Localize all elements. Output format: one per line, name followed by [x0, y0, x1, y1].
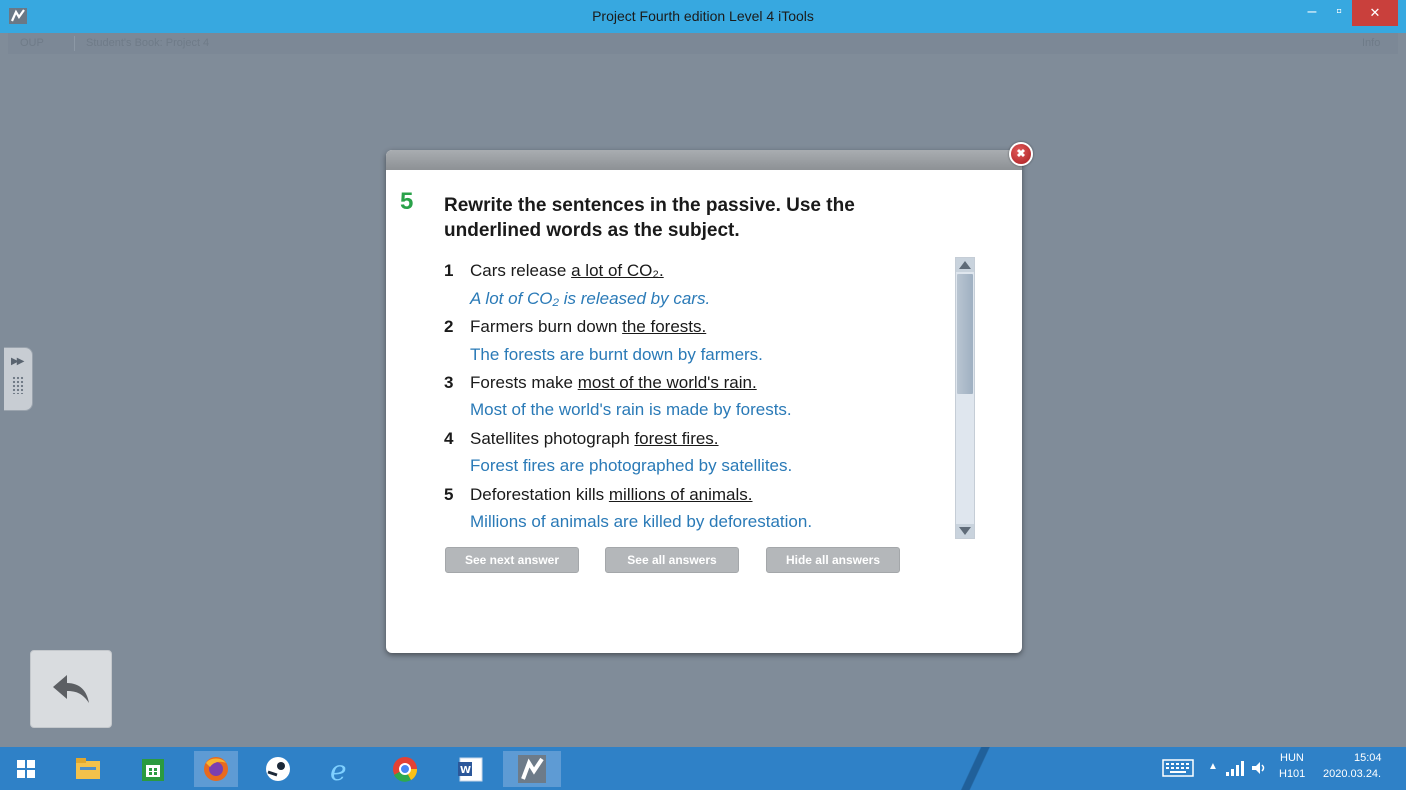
svg-text:W: W — [460, 765, 471, 776]
scroll-down-icon[interactable] — [956, 524, 974, 538]
underlined-subject: the forests. — [622, 317, 707, 336]
underlined-subject: a lot of CO₂. — [571, 261, 664, 280]
itools-icon[interactable] — [503, 751, 561, 787]
item-sentence: Satellites photograph forest fires. — [470, 429, 719, 449]
item-sentence: Deforestation kills millions of animals. — [470, 485, 753, 505]
divider — [74, 36, 75, 51]
grip-icon — [12, 376, 24, 394]
item-number: 4 — [444, 429, 454, 448]
clock-date[interactable]: 2020.03.24. — [1323, 768, 1381, 780]
word-icon[interactable]: W — [450, 751, 490, 787]
store-icon[interactable] — [133, 751, 173, 787]
oup-label[interactable]: OUP — [20, 37, 44, 49]
side-drawer-tab[interactable]: ▶▶ — [4, 347, 33, 411]
internet-explorer-icon[interactable]: e — [320, 751, 360, 787]
underlined-subject: forest fires. — [634, 429, 719, 448]
item-number: 5 — [444, 485, 454, 504]
scroll-thumb[interactable] — [957, 274, 973, 394]
input-language[interactable]: HUN — [1280, 752, 1304, 764]
dialog-close-icon[interactable]: ✖ — [1009, 142, 1033, 166]
breadcrumb[interactable]: Student's Book: Project 4 — [86, 37, 209, 49]
keyboard-icon[interactable] — [1162, 759, 1194, 777]
sentence-text: Forests make — [470, 373, 578, 392]
steam-icon[interactable] — [258, 751, 298, 787]
item-answer: A lot of CO₂ is released by cars. — [470, 289, 711, 308]
sentence-text: Cars release — [470, 261, 572, 280]
exercise-instruction: Rewrite the sentences in the passive. Us… — [444, 195, 855, 241]
item-sentence: Cars release a lot of CO₂. — [470, 261, 664, 281]
app-breadcrumb-bar: OUP Student's Book: Project 4 Info — [8, 33, 1398, 55]
start-icon[interactable] — [6, 751, 46, 787]
window-titlebar[interactable]: Project Fourth edition Level 4 iTools – … — [0, 0, 1406, 33]
info-label[interactable]: Info — [1362, 37, 1380, 49]
close-window-button[interactable]: ✕ — [1352, 0, 1398, 26]
see-all-answers-button[interactable]: See all answers — [605, 547, 739, 573]
sentence-text: Farmers burn down — [470, 317, 623, 336]
sentence-text: Deforestation kills — [470, 485, 609, 504]
item-number: 3 — [444, 373, 454, 392]
file-explorer-icon[interactable] — [68, 751, 108, 787]
item-sentence: Farmers burn down the forests. — [470, 317, 706, 337]
item-answer: Most of the world's rain is made by fore… — [470, 400, 792, 419]
dialog-scrollbar[interactable] — [955, 257, 975, 539]
back-arrow-icon — [53, 675, 89, 703]
firefox-icon[interactable] — [194, 751, 238, 787]
underlined-subject: most of the world's rain. — [577, 373, 757, 392]
svg-text:e: e — [330, 754, 347, 787]
item-answer: The forests are burnt down by farmers. — [470, 345, 763, 364]
item-number: 2 — [444, 317, 454, 336]
volume-icon[interactable] — [1250, 759, 1268, 777]
double-chevron-right-icon: ▶▶ — [11, 356, 24, 367]
keyboard-layout[interactable]: H101 — [1279, 768, 1305, 780]
chevron-up-icon[interactable]: ▲ — [1208, 761, 1218, 772]
clock-time[interactable]: 15:04 — [1354, 752, 1382, 764]
underlined-subject: millions of animals. — [608, 485, 753, 504]
back-button[interactable] — [30, 650, 112, 728]
scroll-up-icon[interactable] — [956, 258, 974, 272]
item-sentence: Forests make most of the world's rain. — [470, 373, 757, 393]
see-next-answer-button[interactable]: See next answer — [445, 547, 579, 573]
dialog-header-bar[interactable] — [386, 150, 1022, 170]
network-signal-icon[interactable] — [1224, 759, 1246, 777]
maximize-button[interactable]: ▫ — [1323, 0, 1355, 26]
window-title: Project Fourth edition Level 4 iTools — [592, 8, 814, 24]
hide-all-answers-button[interactable]: Hide all answers — [766, 547, 900, 573]
exercise-number: 5 — [400, 188, 414, 215]
item-number: 1 — [444, 261, 454, 280]
item-answer: Forest fires are photographed by satelli… — [470, 456, 793, 475]
taskbar: e W ▲ HUN H101 15:04 2020.03.24. — [0, 747, 1406, 790]
item-answer: Millions of animals are killed by defore… — [470, 512, 813, 531]
wallpaper-streak — [930, 747, 1020, 790]
chrome-icon[interactable] — [385, 751, 425, 787]
sentence-text: Satellites photograph — [470, 429, 635, 448]
